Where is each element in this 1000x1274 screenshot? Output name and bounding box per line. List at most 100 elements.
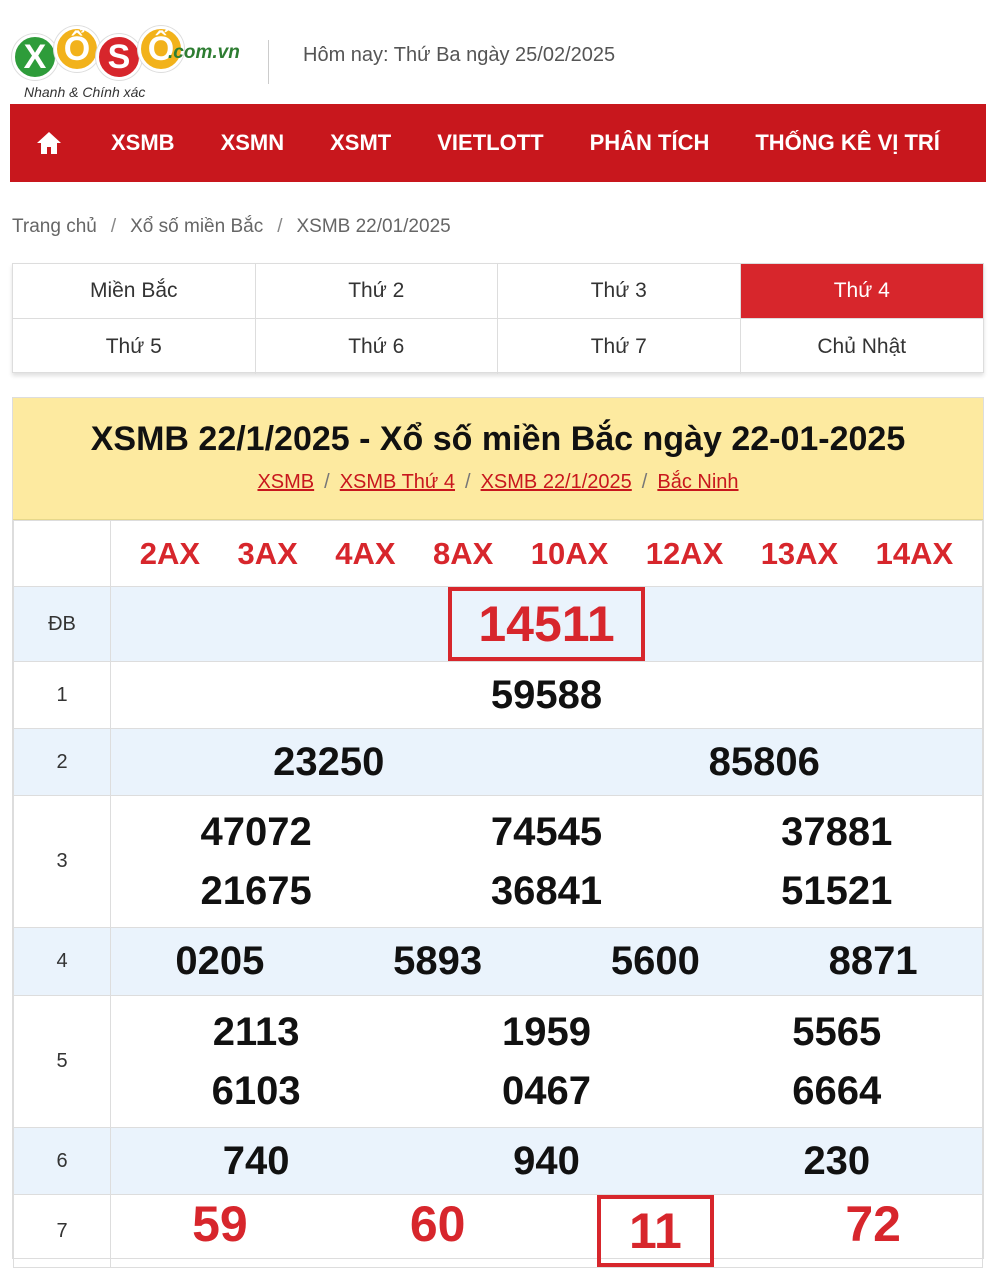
prize-number: 1959: [501, 1009, 591, 1054]
prize-number: 8871: [828, 939, 918, 983]
prize-label: 5: [13, 995, 111, 1128]
breadcrumb-home[interactable]: Trang chủ: [12, 216, 97, 238]
prize-number: 0205: [175, 939, 265, 983]
ticket-code: 8AX: [432, 535, 494, 571]
prize-label: 7: [13, 1194, 111, 1268]
prize-row-7: 7 59 60 11 72: [13, 1194, 983, 1268]
logo-letter: S: [96, 34, 142, 80]
prize-number: 74545: [490, 809, 603, 854]
breadcrumb-separator: /: [277, 216, 283, 237]
prize-number: 2113: [212, 1009, 300, 1054]
prize-row-2: 2 23250 85806: [13, 728, 983, 796]
nav-xsmt[interactable]: XSMT: [307, 130, 414, 156]
home-icon: [37, 132, 61, 154]
codes-label: [13, 520, 111, 587]
tab-thu-4[interactable]: Thứ 4: [740, 264, 983, 319]
codes-row: 2AX 3AX 4AX 8AX 10AX 12AX 13AX 14AX: [13, 520, 983, 587]
link-separator: /: [465, 471, 471, 493]
site-logo[interactable]: X Ổ S Ố .com.vn Nhanh & Chính xác: [10, 18, 260, 100]
main-nav: XSMB XSMN XSMT VIETLOTT PHÂN TÍCH THỐNG …: [10, 104, 986, 182]
ticket-code: 4AX: [335, 535, 396, 571]
prize-number: 72: [845, 1196, 901, 1252]
nav-thong-ke-vi-tri[interactable]: THỐNG KÊ VỊ TRÍ: [732, 130, 963, 156]
prize-number: 5600: [610, 939, 700, 983]
prize-row-3: 3 47072 74545 37881 21675 36841 51521: [13, 795, 983, 928]
site-header: X Ổ S Ố .com.vn Nhanh & Chính xác Hôm na…: [10, 14, 990, 100]
prize-number: 23250: [273, 739, 385, 784]
link-xsmb-date[interactable]: XSMB 22/1/2025: [481, 471, 632, 494]
nav-xsmn[interactable]: XSMN: [198, 130, 308, 156]
logo-domain: .com.vn: [168, 42, 240, 63]
prize-number: 230: [803, 1138, 871, 1183]
day-tabs: Miền Bắc Thứ 2 Thứ 3 Thứ 4 Thứ 5 Thứ 6 T…: [12, 263, 984, 374]
prize-row-db: ĐB 14511: [13, 586, 983, 662]
prize-label: 2: [13, 728, 111, 796]
logo-letter: X: [12, 34, 58, 80]
ticket-code: 13AX: [760, 535, 839, 571]
ticket-code: 14AX: [875, 535, 954, 571]
prize-number: 37881: [781, 809, 893, 854]
prize-row-4: 4 0205 5893 5600 8871: [13, 927, 983, 996]
prize-number: 36841: [490, 868, 603, 913]
tab-thu-3[interactable]: Thứ 3: [498, 264, 741, 319]
prize-number: 59588: [490, 672, 603, 717]
special-prize: 14511: [448, 587, 645, 661]
ticket-code: 10AX: [530, 535, 609, 571]
today-date: Hôm nay: Thứ Ba ngày 25/02/2025: [303, 44, 616, 66]
result-table: 2AX 3AX 4AX 8AX 10AX 12AX 13AX 14AX ĐB 1…: [13, 520, 983, 1268]
nav-home[interactable]: [10, 104, 88, 182]
ticket-code: 3AX: [237, 535, 298, 571]
result-box: XSMB 22/1/2025 - Xổ số miền Bắc ngày 22-…: [12, 397, 984, 1268]
tab-chu-nhat[interactable]: Chủ Nhật: [741, 319, 984, 374]
breadcrumb: Trang chủ / Xổ số miền Bắc / XSMB 22/01/…: [12, 216, 451, 238]
ticket-codes: 2AX 3AX 4AX 8AX 10AX 12AX 13AX 14AX: [111, 536, 982, 572]
highlighted-prize-number: 11: [596, 1195, 714, 1267]
result-header: XSMB 22/1/2025 - Xổ số miền Bắc ngày 22-…: [13, 398, 983, 520]
tab-thu-6[interactable]: Thứ 6: [256, 319, 498, 374]
link-bac-ninh[interactable]: Bắc Ninh: [657, 471, 738, 494]
prize-number: 60: [409, 1196, 466, 1252]
tab-thu-2[interactable]: Thứ 2: [255, 264, 498, 319]
breadcrumb-separator: /: [110, 216, 117, 237]
prize-row-5: 5 2113 1959 5565 6103 0467 6664: [13, 995, 983, 1128]
prize-label: 6: [13, 1127, 111, 1195]
prize-row-6: 6 740 940 230: [13, 1127, 983, 1195]
logo-balls: X Ổ S Ố: [12, 22, 184, 82]
link-xsmb-thu-4[interactable]: XSMB Thứ 4: [340, 471, 455, 494]
ticket-code: 2AX: [139, 535, 201, 571]
result-title: XSMB 22/1/2025 - Xổ số miền Bắc ngày 22-…: [90, 420, 906, 458]
prize-number: 51521: [781, 868, 893, 913]
prize-row-1: 1 59588: [13, 661, 983, 729]
tab-mien-bac[interactable]: Miền Bắc: [13, 264, 256, 319]
prize-number: 0467: [501, 1068, 591, 1113]
logo-slogan: Nhanh & Chính xác: [24, 84, 146, 100]
prize-label: 1: [13, 661, 111, 729]
nav-vietlott[interactable]: VIETLOTT: [414, 130, 566, 156]
tab-thu-7[interactable]: Thứ 7: [498, 319, 741, 374]
prize-label: 4: [13, 927, 111, 996]
prize-number: 740: [222, 1138, 290, 1183]
prize-number: 21675: [200, 868, 312, 913]
tab-thu-5[interactable]: Thứ 5: [13, 319, 256, 374]
prize-number: 85806: [708, 739, 820, 784]
prize-number: 6103: [211, 1068, 301, 1113]
prize-label: 3: [13, 795, 111, 928]
prize-number: 47072: [200, 809, 312, 854]
prize-label: ĐB: [13, 586, 111, 662]
header-divider: [268, 40, 269, 84]
prize-number: 5893: [393, 939, 483, 983]
ticket-code: 12AX: [645, 535, 724, 571]
link-separator: /: [324, 471, 330, 493]
breadcrumb-xsmb[interactable]: Xổ số miền Bắc: [130, 216, 263, 238]
prize-number: 6664: [792, 1068, 882, 1113]
nav-xsmb[interactable]: XSMB: [88, 130, 198, 156]
logo-letter: Ổ: [54, 26, 100, 72]
result-links: XSMB / XSMB Thứ 4 / XSMB 22/1/2025 / Bắc…: [13, 471, 983, 494]
breadcrumb-current: XSMB 22/01/2025: [296, 216, 451, 237]
prize-number: 5565: [792, 1009, 882, 1054]
prize-number: 940: [513, 1138, 580, 1183]
prize-number: 59: [192, 1196, 248, 1252]
link-separator: /: [641, 471, 648, 493]
link-xsmb[interactable]: XSMB: [257, 471, 314, 494]
nav-phan-tich[interactable]: PHÂN TÍCH: [567, 130, 733, 156]
